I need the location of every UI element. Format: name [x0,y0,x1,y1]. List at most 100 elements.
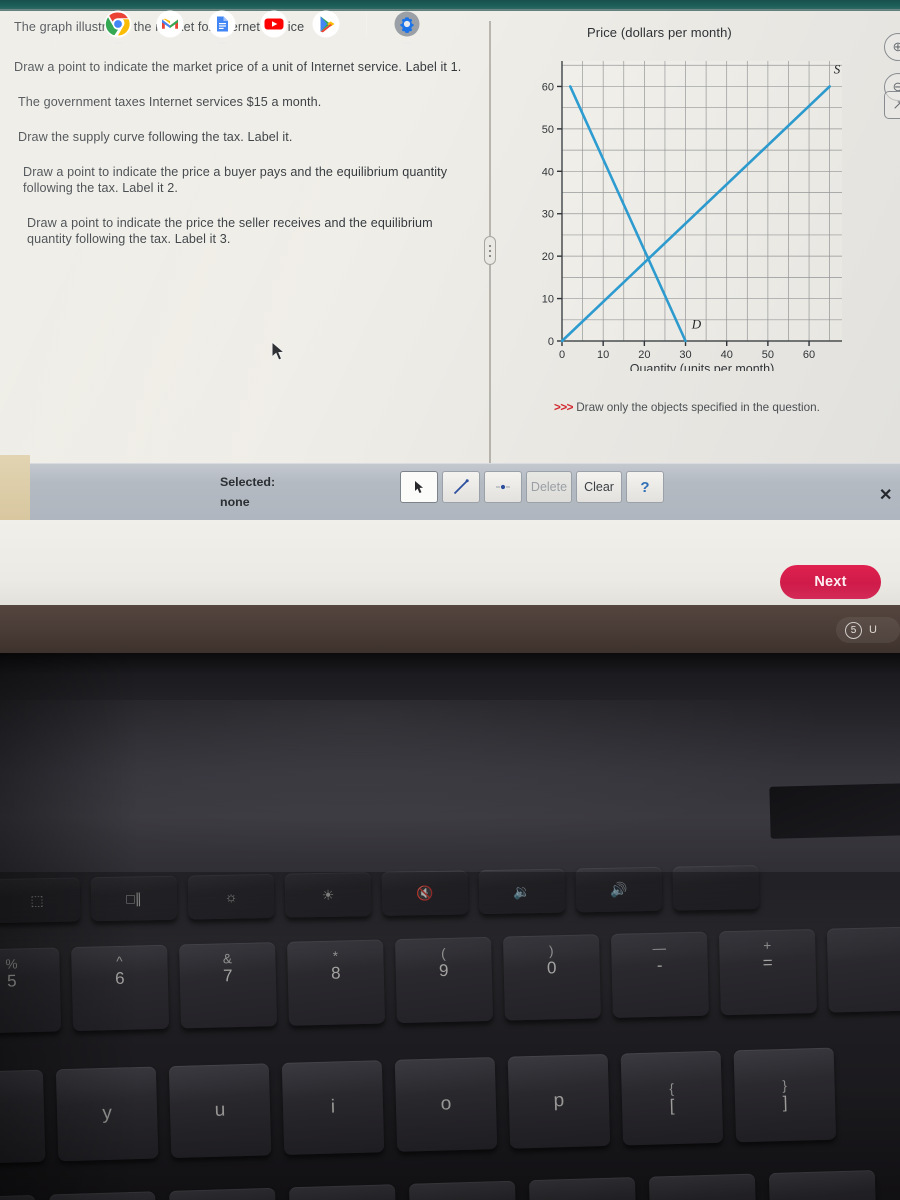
key-bracket-left[interactable]: {[ [620,1050,724,1146]
select-arrow-tool[interactable] [400,471,438,503]
expand-icon: ↗ [892,97,900,112]
key-bracket-left-shift-label: { [669,1080,675,1097]
key-7[interactable]: & 7 [179,942,278,1029]
key-o-label: o [440,1093,452,1115]
key-backspace[interactable] [826,926,900,1013]
key-i[interactable]: i [281,1060,385,1155]
key-y[interactable]: y [55,1066,159,1162]
svg-text:50: 50 [762,349,774,361]
question-line-1: Draw a point to indicate the market pric… [14,60,462,74]
chrome-running-indicator [113,42,123,44]
svg-text:30: 30 [542,209,554,221]
shelf-item-docs[interactable] [208,10,236,44]
selected-status: Selected: none [220,472,275,512]
supply-demand-chart[interactable]: 0 10 20 30 40 50 60 0 10 20 30 40 50 60 Quantity (unit… [522,41,872,371]
shelf-status-tray[interactable]: 5 U [836,617,900,643]
svg-text:20: 20 [638,349,650,361]
screenshot-key[interactable]: ⬚ [0,877,81,924]
clear-button[interactable]: Clear [576,471,622,503]
key-8-shift-label: * [332,948,339,964]
volume-up-key[interactable]: 🔊 [575,866,663,913]
key-enter[interactable] [768,1169,877,1200]
shelf-divider [366,12,367,36]
svg-text:50: 50 [542,124,554,136]
key-5-shift-label: % [5,956,18,972]
tool-group: Delete Clear ? [400,471,664,503]
delete-button[interactable]: Delete [526,471,572,503]
key-0[interactable]: ) 0 [502,934,601,1021]
key-8-label: 8 [330,963,341,983]
gmail-icon [156,10,184,38]
key-u[interactable]: u [168,1063,272,1159]
key-5[interactable]: % 5 [0,947,62,1034]
power-key[interactable] [672,864,760,911]
brightness-up-key[interactable]: ☀ [284,872,372,918]
key-quote[interactable] [648,1173,757,1200]
shelf-item-youtube[interactable] [260,10,288,38]
point-tool[interactable] [484,471,522,503]
key-h[interactable] [49,1191,158,1200]
mute-key-glyph: 🔇 [416,884,434,901]
key-0-label: 0 [546,958,557,978]
chromeos-shelf [0,605,900,653]
key-y-label: y [102,1102,113,1125]
key-j[interactable] [169,1187,278,1200]
key-semicolon[interactable] [528,1177,637,1200]
key-k[interactable] [289,1184,398,1200]
key-t[interactable]: t [0,1069,46,1165]
key-equals-shift-label: + [763,937,772,954]
shelf-item-chrome[interactable] [104,10,132,44]
selected-value: none [220,495,250,509]
brightness-down-key[interactable]: ☼ [187,873,275,920]
key-p[interactable]: p [507,1053,611,1149]
key-6[interactable]: ^ 6 [71,944,170,1032]
key-l[interactable] [408,1180,517,1200]
shelf-app-list [104,10,421,44]
screen-edge-glare [0,455,30,521]
laptop-deck-shadow [769,783,900,839]
zoom-in-button[interactable]: ⊕ [884,33,900,61]
key-g[interactable] [0,1194,38,1200]
screenshot-root: The graph illustrates the market for Int… [0,0,900,1200]
key-bracket-right-label: ] [782,1092,788,1113]
drawing-toolbar: Selected: none Delete Clear ? ✕ [0,463,900,520]
laptop-hinge [0,653,900,673]
volume-down-key[interactable]: 🔉 [478,868,566,915]
shelf-item-play-store[interactable] [312,10,340,38]
key-p-label: p [553,1090,565,1112]
play-store-icon [312,10,340,38]
question-panel: The graph illustrates the market for Int… [0,11,490,474]
chart-title: Price (dollars per month) [587,25,732,40]
key-bracket-left-label: [ [669,1096,675,1116]
volume-up-key-glyph: 🔊 [610,880,628,898]
key-equals[interactable]: + = [718,928,817,1016]
shelf-item-gmail[interactable] [156,10,184,38]
notice-arrows: >>> [554,401,573,414]
help-button[interactable]: ? [626,471,664,503]
key-5-label: 5 [6,971,17,991]
line-tool[interactable] [442,471,480,503]
key-minus[interactable]: — - [610,931,709,1018]
close-icon[interactable]: ✕ [879,488,892,504]
key-o[interactable]: o [394,1057,498,1152]
selected-label: Selected: [220,475,276,489]
keyboard-letter-row: t y u i o p {[}] [0,1047,837,1165]
shelf-item-settings[interactable] [393,10,421,44]
mute-key[interactable]: 🔇 [381,870,469,916]
svg-text:20: 20 [542,251,554,263]
key-9[interactable]: (9 [394,936,494,1024]
key-8[interactable]: * 8 [287,939,386,1026]
key-equals-label: = [762,953,773,973]
svg-text:Quantity (units per month): Quantity (units per month) [630,362,775,371]
laptop-keyboard: ⬚□∥☼☀🔇🔉🔊 %5^6&7*8(9)0—-+= tyuiop{[}] [0,864,900,1200]
key-bracket-right[interactable]: }] [733,1047,837,1143]
window-overview-key[interactable]: □∥ [90,875,178,922]
svg-text:40: 40 [542,166,554,178]
expand-button[interactable]: ↗ [884,91,900,119]
svg-text:40: 40 [721,349,733,361]
keyboard-function-row: ⬚ □∥ ☼ ☀ 🔇 🔉 🔊 [0,864,760,924]
footer-area [0,520,900,605]
next-button[interactable]: Next [780,565,881,599]
chart-plot-area[interactable]: 0 10 20 30 40 50 60 0 10 20 30 40 50 60 Quantity (unit… [522,41,872,371]
brightness-down-key-glyph: ☼ [224,888,238,905]
